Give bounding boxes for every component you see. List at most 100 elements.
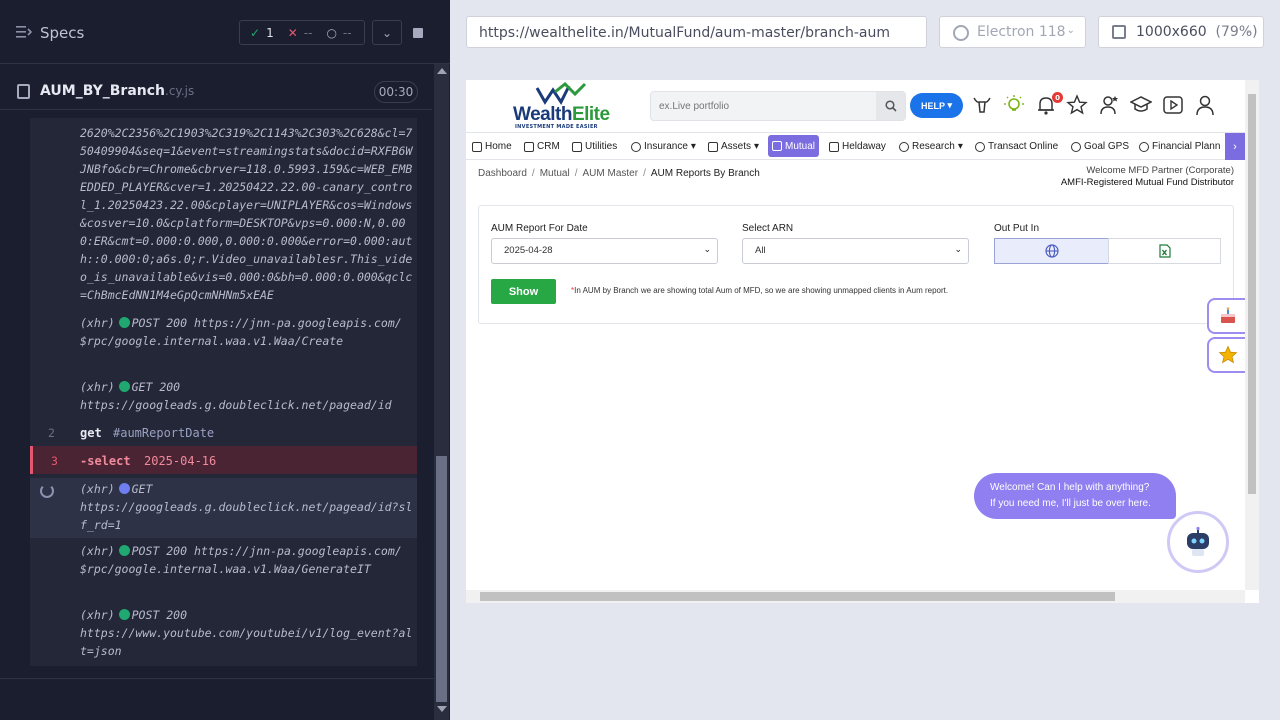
floating-star-button[interactable] xyxy=(1207,337,1247,373)
reporter-scroll-thumb[interactable] xyxy=(436,456,447,702)
nav-utilities[interactable]: Utilities xyxy=(572,133,617,160)
star-icon[interactable] xyxy=(1066,94,1088,116)
nav-label: Heldaway xyxy=(842,141,886,152)
breadcrumb-aum-master[interactable]: AUM Master xyxy=(583,168,639,179)
log-entry-pending[interactable]: (xhr) GET https://googleads.g.doubleclick.… xyxy=(30,478,417,538)
log-entry-streamingstats[interactable]: 2620%2C2356%2C1903%2C319%2C1143%2C303%2C… xyxy=(80,124,415,304)
logo-part1: Wealth xyxy=(513,104,572,125)
logo-text: WealthElite xyxy=(513,104,610,126)
floating-cake-button[interactable] xyxy=(1207,298,1247,334)
status-dot-icon xyxy=(118,381,130,392)
app-vertical-scroll-thumb[interactable] xyxy=(1248,94,1256,494)
show-button[interactable]: Show xyxy=(491,279,556,304)
log-entry-xhr-create[interactable]: (xhr) POST 200 https://jnn-pa.googleapis.… xyxy=(80,314,415,350)
chevron-down-icon: ⌄ xyxy=(703,244,711,254)
nav-financial-planning[interactable]: Financial Plann xyxy=(1139,133,1220,160)
log-entry-xhr-pagead[interactable]: (xhr) GET 200 https://googleads.g.doublecl… xyxy=(80,378,415,414)
globe-icon xyxy=(1044,244,1059,258)
test-stats: ✓ 1 ✕ -- ○ -- xyxy=(239,20,365,45)
xhr-prefix: (xhr) xyxy=(80,316,115,330)
chevron-down-icon[interactable]: ⌄ xyxy=(372,20,402,45)
lightbulb-icon[interactable] xyxy=(1003,94,1025,116)
chevron-right-icon[interactable]: › xyxy=(1225,133,1245,160)
star-icon xyxy=(1218,345,1238,364)
cross-icon: ✕ xyxy=(287,25,298,40)
chat-welcome-bubble[interactable]: Welcome! Can I help with anything? If yo… xyxy=(974,473,1176,519)
nav-home[interactable]: Home xyxy=(472,133,512,160)
command-name: get xyxy=(80,426,102,440)
xhr-prefix: (xhr) xyxy=(80,380,115,394)
browser-name: Electron 118 xyxy=(977,24,1066,40)
specs-menu-icon[interactable] xyxy=(16,25,32,39)
search-input[interactable] xyxy=(651,92,871,120)
nav-transact-online[interactable]: Transact Online xyxy=(975,133,1058,160)
output-excel-button[interactable] xyxy=(1108,238,1221,264)
spec-title[interactable]: AUM_BY_Branch.cy.js xyxy=(40,83,194,99)
logo-tagline: INVESTMENT MADE EASIER xyxy=(515,124,598,130)
app-horizontal-scroll-thumb[interactable] xyxy=(480,592,1115,601)
passed-count: 1 xyxy=(266,25,274,40)
command-number: 3 xyxy=(51,454,58,468)
nav-label: Insurance xyxy=(644,141,688,152)
nav-label: CRM xyxy=(537,141,560,152)
chat-line1: Welcome! Can I help with anything? xyxy=(990,482,1150,493)
arn-select[interactable]: All ⌄ xyxy=(742,238,969,264)
graduation-cap-icon[interactable] xyxy=(1130,94,1152,116)
search-button[interactable] xyxy=(876,92,905,120)
wealth-elite-logo[interactable]: WealthElite INVESTMENT MADE EASIER xyxy=(513,82,610,130)
xhr-url: https://googleads.g.doubleclick.net/page… xyxy=(80,500,413,532)
failed-count: -- xyxy=(303,25,313,40)
nav-assets[interactable]: Assets ▾ xyxy=(708,133,759,160)
nav-research[interactable]: Research ▾ xyxy=(899,133,963,160)
check-icon: ✓ xyxy=(250,25,261,40)
scroll-down-arrow-icon[interactable] xyxy=(437,706,447,712)
url-bar[interactable]: https://wealthelite.in/MutualFund/aum-ma… xyxy=(466,16,927,48)
chart-line-icon xyxy=(772,141,782,151)
aum-report-date-select[interactable]: 2025-04-28 ⌄ xyxy=(491,238,718,264)
wrench-icon xyxy=(572,141,582,152)
nav-heldaway[interactable]: Heldaway xyxy=(829,133,886,160)
nav-insurance[interactable]: Insurance ▾ xyxy=(631,133,696,160)
nav-label: Financial Plann xyxy=(1152,141,1221,152)
grid-icon xyxy=(472,141,482,152)
specs-label[interactable]: Specs xyxy=(40,24,84,42)
video-play-icon[interactable] xyxy=(1162,94,1184,116)
viewport-info[interactable]: 1000x660 (79%) ⌄ xyxy=(1098,16,1264,48)
breadcrumb-dashboard[interactable]: Dashboard xyxy=(478,168,527,179)
nav-label: Mutual xyxy=(785,140,816,152)
caret-down-icon: ▾ xyxy=(754,141,760,152)
command-row-select[interactable]: 3 -select 2025-04-16 xyxy=(30,446,417,474)
bull-icon[interactable] xyxy=(971,94,993,116)
help-button[interactable]: HELP ▾ xyxy=(910,93,963,118)
profile-icon[interactable] xyxy=(1194,94,1216,116)
assets-icon xyxy=(708,141,718,152)
user-star-icon[interactable] xyxy=(1098,94,1120,116)
transact-icon xyxy=(975,141,985,152)
divider xyxy=(0,678,434,679)
log-entry-xhr-log-event[interactable]: (xhr) POST 200 https://www.youtube.com/you… xyxy=(80,606,415,660)
browser-selector[interactable]: Electron 118 ⌄ xyxy=(939,16,1086,48)
log-entry-xhr-generateit[interactable]: (xhr) POST 200 https://jnn-pa.googleapis.… xyxy=(80,542,415,578)
nav-crm[interactable]: CRM xyxy=(524,133,560,160)
chatbot-button[interactable] xyxy=(1167,511,1229,573)
date-value: 2025-04-28 xyxy=(504,245,553,256)
output-web-button[interactable] xyxy=(994,238,1109,264)
scroll-up-arrow-icon[interactable] xyxy=(437,68,447,74)
help-label: HELP xyxy=(920,100,945,111)
caret-down-icon: ▾ xyxy=(690,141,696,152)
command-row-get[interactable]: 2 get #aumReportDate xyxy=(30,418,417,446)
main-nav: Home CRM Utilities Insurance ▾ Assets ▾ Mu… xyxy=(466,132,1245,160)
spec-duration: 00:30 xyxy=(374,81,418,103)
stop-button[interactable] xyxy=(405,20,431,45)
xhr-method: GET 200 xyxy=(131,380,181,394)
ruler-icon xyxy=(1112,25,1126,39)
breadcrumb-mutual[interactable]: Mutual xyxy=(540,168,570,179)
send-icon xyxy=(524,141,534,152)
status-dot-icon xyxy=(118,609,130,620)
spec-name-text: AUM_BY_Branch xyxy=(40,83,166,99)
nav-label: Assets xyxy=(721,141,752,152)
nav-label: Home xyxy=(485,141,512,152)
nav-mutual[interactable]: Mutual xyxy=(768,135,820,157)
xhr-method: GET xyxy=(131,482,153,496)
nav-goal-gps[interactable]: Goal GPS xyxy=(1071,133,1129,160)
